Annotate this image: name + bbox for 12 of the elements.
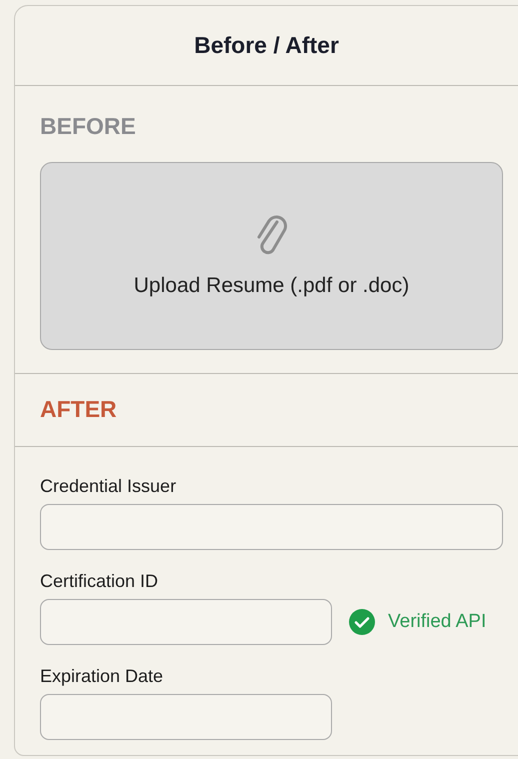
field-label: Expiration Date	[40, 665, 164, 687]
input-field[interactable]	[40, 694, 332, 740]
section-heading: BEFORE	[40, 112, 137, 140]
input-field[interactable]	[40, 599, 332, 645]
field-label: Certification ID	[40, 570, 160, 592]
field-label: Credential Issuer	[40, 475, 178, 497]
verified-status: Verified API	[388, 610, 486, 634]
input-field[interactable]	[40, 504, 503, 550]
upload-area[interactable]: Upload Resume (.pdf or .doc)	[40, 162, 503, 350]
section-heading: AFTER	[40, 395, 118, 423]
check-circle-icon	[348, 608, 376, 636]
card-title: Before / After	[194, 31, 339, 60]
